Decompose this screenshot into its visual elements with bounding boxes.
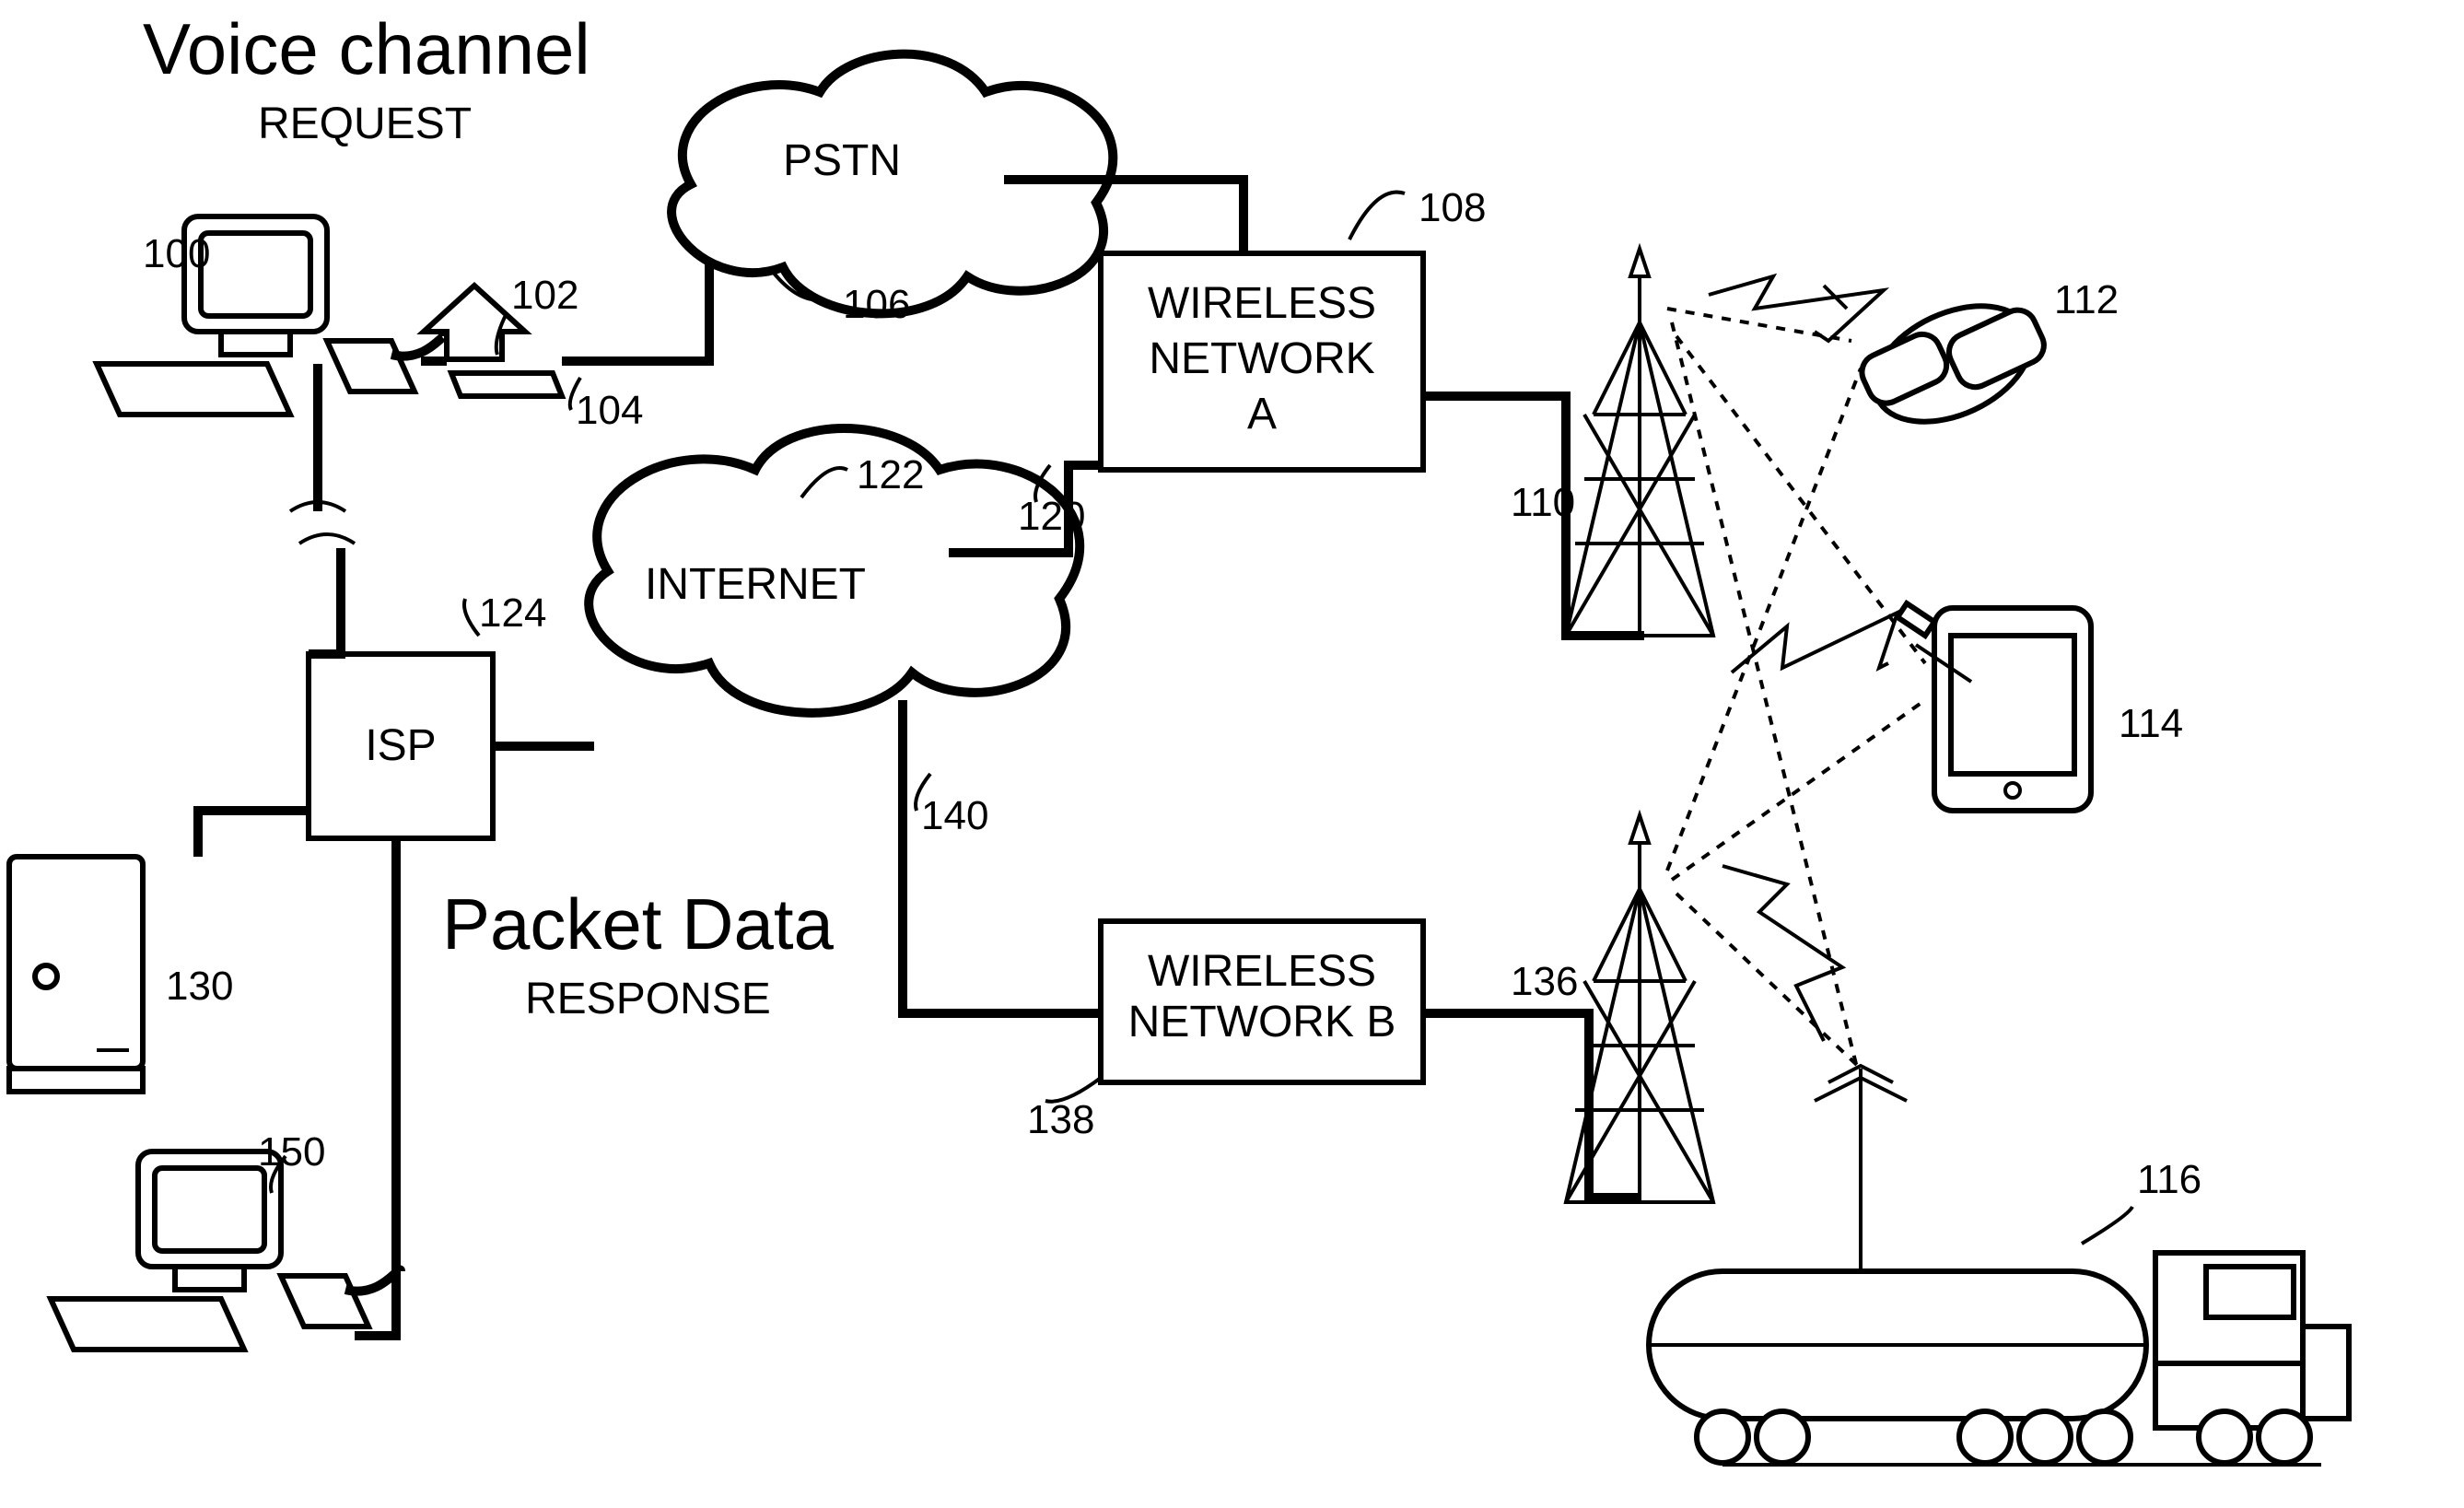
title-packet-data: Packet Data xyxy=(442,883,835,964)
isp-to-pc150 xyxy=(355,838,396,1336)
title-response: RESPONSE xyxy=(525,975,771,1023)
ref-122: 122 xyxy=(857,452,924,497)
ref-106: 106 xyxy=(843,282,910,327)
wna-l2: NETWORK xyxy=(1149,334,1374,383)
internet-to-wnb xyxy=(903,700,1101,1013)
pc100-to-isp-seg2 xyxy=(309,548,341,654)
ref-104: 104 xyxy=(576,388,643,433)
isp-to-server xyxy=(198,811,309,857)
cell-tower-a xyxy=(1566,249,1713,636)
ref-110: 110 xyxy=(1511,480,1575,525)
pc-150 xyxy=(51,1151,401,1350)
wnb-l1: WIRELESS xyxy=(1148,947,1376,996)
wnb-l2: NETWORK B xyxy=(1128,998,1396,1046)
ref-150: 150 xyxy=(258,1129,325,1175)
ref-136: 136 xyxy=(1511,959,1578,1004)
wna-l1: WIRELESS xyxy=(1148,279,1376,328)
ref-124: 124 xyxy=(479,590,546,636)
title-request: REQUEST xyxy=(258,99,472,148)
modem-to-pstn xyxy=(562,260,709,361)
wna-l3: A xyxy=(1247,390,1277,438)
server-130 xyxy=(9,857,143,1092)
ref-108: 108 xyxy=(1419,185,1486,230)
ref-114: 114 xyxy=(2119,701,2183,746)
ref-112: 112 xyxy=(2054,277,2119,322)
ref-130: 130 xyxy=(166,964,233,1009)
ref-120: 120 xyxy=(1018,494,1085,539)
wave-b-up xyxy=(1722,866,1842,1041)
title-voice-channel: Voice channel xyxy=(143,8,590,89)
wnb-to-tower xyxy=(1423,1013,1640,1198)
pstn-label: PSTN xyxy=(783,136,901,185)
ref-140: 140 xyxy=(921,793,988,838)
ref-116: 116 xyxy=(2137,1157,2201,1202)
truck-icon xyxy=(1649,1066,2349,1465)
flip-phone-icon xyxy=(1824,283,2049,445)
pda-icon xyxy=(1898,603,2091,811)
isp-label: ISP xyxy=(365,721,436,770)
ref-102: 102 xyxy=(511,273,578,318)
ref-138: 138 xyxy=(1027,1097,1094,1142)
ref-100: 100 xyxy=(143,231,210,276)
internet-label: INTERNET xyxy=(645,560,866,609)
